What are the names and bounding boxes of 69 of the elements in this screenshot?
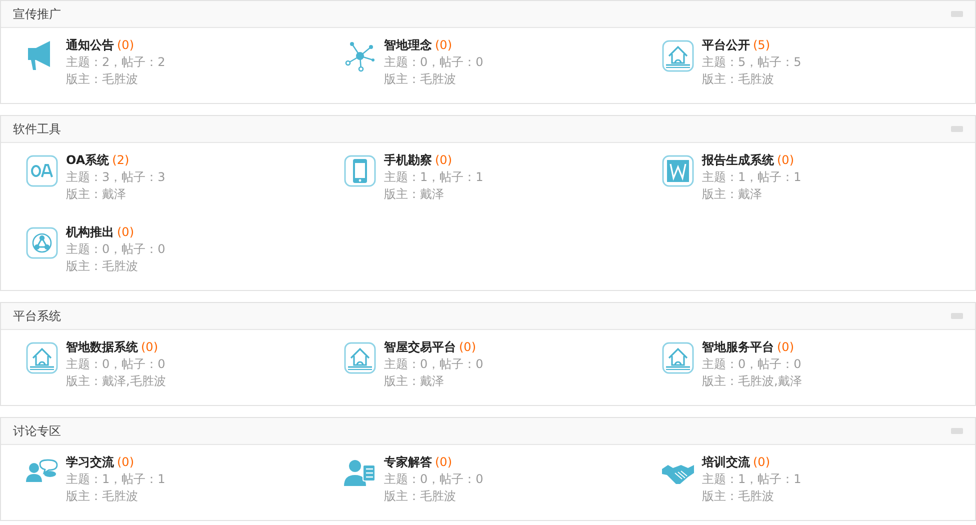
forum-moderator: 版主：毛胜波 [384,71,457,88]
new-post-count: (0) [777,153,794,167]
collapse-button[interactable] [951,126,963,132]
forum-stats: 主题：0，帖子：0 [66,241,166,258]
new-post-count: (0) [141,340,158,354]
forum-stats: 主题：0，帖子：0 [384,356,484,373]
section-title: 宣传推广 [13,6,61,23]
forum-stats: 主题：3，帖子：3 [66,169,166,186]
new-post-count: (0) [435,153,452,167]
forum-stats: 主题：2，帖子：2 [66,54,166,71]
new-post-count: (0) [117,455,134,469]
new-post-count: (0) [753,455,770,469]
forum-moderator: 版主：戴泽 [384,373,445,390]
forum-stats: 主题：1，帖子：1 [702,471,802,488]
forum-stats: 主题：0，帖子：0 [384,471,484,488]
forum-moderator: 版主：毛胜波 [702,71,775,88]
document-icon [661,154,695,188]
oa-icon [25,154,59,188]
forum-stats: 主题：0，帖子：0 [384,54,484,71]
collapse-button[interactable] [951,11,963,17]
new-post-count: (0) [435,455,452,469]
forum-stats: 主题：1，帖子：1 [66,471,166,488]
forum-link[interactable]: 手机勘察 [384,153,432,167]
forum-moderator: 版主：毛胜波 [66,488,139,505]
forum-moderator: 版主：戴泽 [66,186,127,203]
forum-moderator: 版主：戴泽,毛胜波 [66,373,166,390]
forum-link[interactable]: 报告生成系统 [702,153,774,167]
forum-link[interactable]: 培训交流 [702,455,750,469]
forum-link[interactable]: 通知公告 [66,38,114,52]
forum-stats: 主题：0，帖子：0 [66,356,166,373]
house-icon [343,341,377,375]
forum-moderator: 版主：毛胜波,戴泽 [702,373,802,390]
forum-stats: 主题：0，帖子：0 [702,356,802,373]
forum-stats: 主题：1，帖子：1 [384,169,484,186]
forum-link[interactable]: OA系统 [66,153,110,167]
forum-link[interactable]: 智地服务平台 [702,340,774,354]
new-post-count: (0) [117,38,134,52]
new-post-count: (0) [435,38,452,52]
new-post-count: (0) [777,340,794,354]
forum-moderator: 版主：毛胜波 [66,258,139,275]
share-icon [25,226,59,260]
forum-link[interactable]: 机构推出 [66,225,114,239]
section-title: 软件工具 [13,121,61,138]
forum-link[interactable]: 平台公开 [702,38,750,52]
forum-stats: 主题：1，帖子：1 [702,169,802,186]
forum-moderator: 版主：毛胜波 [384,488,457,505]
phone-icon [343,154,377,188]
forum-stats: 主题：5，帖子：5 [702,54,802,71]
forum-link[interactable]: 智地数据系统 [66,340,138,354]
forum-moderator: 版主：毛胜波 [66,71,139,88]
forum-link[interactable]: 专家解答 [384,455,432,469]
forum-moderator: 版主：戴泽 [384,186,445,203]
new-post-count: (0) [117,225,134,239]
forum-moderator: 版主：戴泽 [702,186,763,203]
forum-link[interactable]: 学习交流 [66,455,114,469]
section-title: 讨论专区 [13,423,61,440]
collapse-button[interactable] [951,313,963,319]
forum-link[interactable]: 智屋交易平台 [384,340,456,354]
house-icon [25,341,59,375]
new-post-count: (0) [459,340,476,354]
house-icon [661,341,695,375]
collapse-button[interactable] [951,428,963,434]
forum-link[interactable]: 智地理念 [384,38,432,52]
network-icon [343,39,377,73]
forum-moderator: 版主：毛胜波 [702,488,775,505]
new-post-count: (5) [753,38,770,52]
new-post-count: (2) [112,153,130,167]
section-title: 平台系统 [13,308,61,325]
house-icon [661,39,695,73]
